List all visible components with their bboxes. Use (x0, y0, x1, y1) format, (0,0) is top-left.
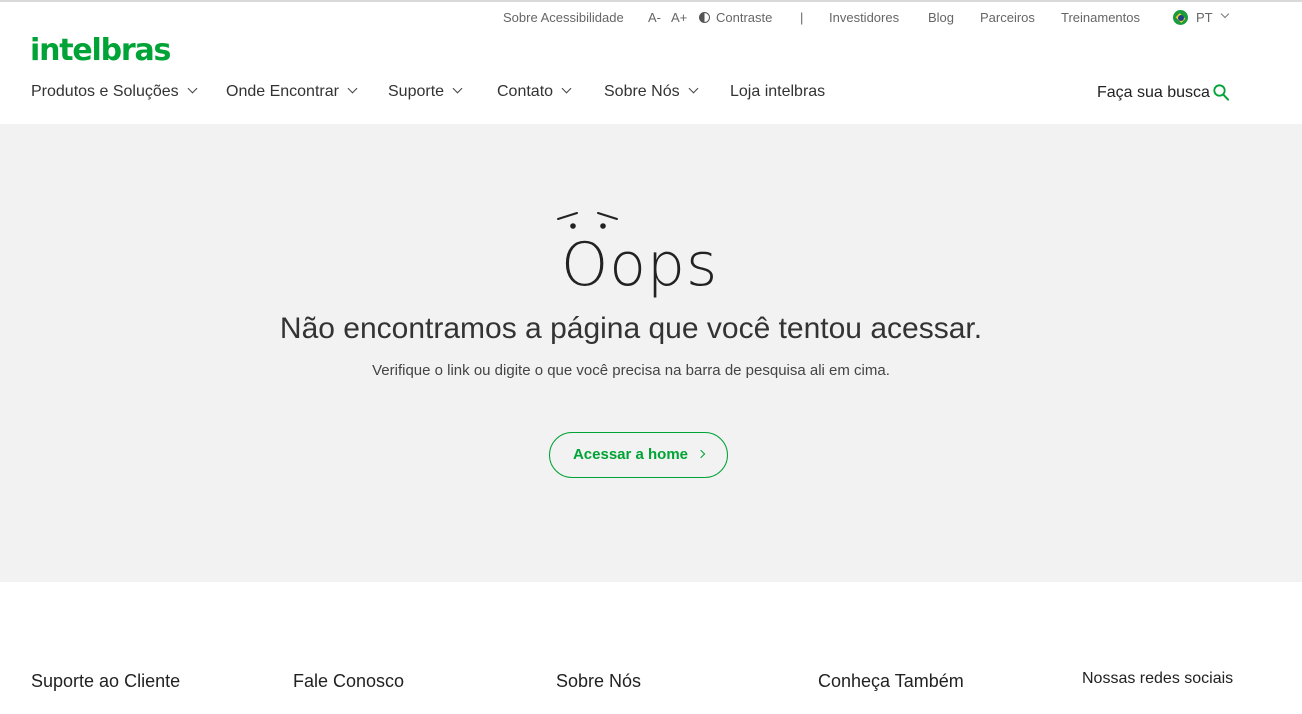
utility-separator: | (800, 10, 804, 25)
nav-item-sobre-nos[interactable]: Sobre Nós (604, 83, 699, 101)
nav-item-suporte[interactable]: Suporte (388, 83, 463, 101)
brazil-flag-icon[interactable] (1173, 10, 1188, 25)
investors-link[interactable]: Investidores (829, 10, 899, 25)
chevron-down-icon (452, 83, 463, 94)
footer-social-heading: Nossas redes sociais (1082, 670, 1234, 687)
nav-item-label: Suporte (388, 83, 445, 100)
footer-heading-suporte[interactable]: Suporte ao Cliente (31, 671, 180, 692)
home-button-label: Acessar a home (572, 446, 689, 463)
error-section (0, 124, 1302, 582)
utility-bar: Sobre Acessibilidade A- A+ Contraste | I… (0, 9, 1302, 28)
chevron-down-icon (187, 83, 198, 94)
oops-heading: Oops (561, 230, 719, 300)
chevron-down-icon (561, 83, 572, 94)
nav-item-label: Sobre Nós (604, 83, 680, 100)
footer-heading-conheca[interactable]: Conheça Também (818, 671, 964, 692)
nav-item-onde-encontrar[interactable]: Onde Encontrar (226, 83, 358, 101)
font-increase-button[interactable]: A+ (671, 10, 687, 25)
top-border (0, 0, 1302, 2)
contrast-label: Contraste (716, 10, 773, 25)
partners-link[interactable]: Parceiros (980, 10, 1035, 25)
nav-item-contato[interactable]: Contato (497, 83, 572, 101)
logo[interactable]: intelbras (30, 32, 171, 70)
nav-item-label: Produtos e Soluções (31, 83, 179, 100)
contrast-icon (699, 12, 710, 23)
footer-heading-sobre-nos[interactable]: Sobre Nós (556, 671, 641, 692)
search-icon[interactable] (1213, 84, 1229, 102)
nav-item-label: Contato (497, 83, 554, 100)
chevron-down-icon (688, 83, 699, 94)
chevron-down-icon[interactable] (1220, 9, 1230, 19)
language-selector[interactable]: PT (1196, 10, 1213, 25)
error-title: Não encontramos a página que você tentou… (279, 312, 983, 345)
nav-item-loja[interactable]: Loja intelbras (730, 83, 825, 101)
accessibility-link[interactable]: Sobre Acessibilidade (503, 10, 624, 25)
chevron-right-icon (696, 449, 706, 459)
font-decrease-button[interactable]: A- (648, 10, 661, 25)
home-button[interactable]: Acessar a home (549, 432, 728, 478)
footer-heading-fale-conosco[interactable]: Fale Conosco (293, 671, 404, 692)
search-label[interactable]: Faça sua busca (1097, 84, 1210, 102)
trainings-link[interactable]: Treinamentos (1061, 10, 1140, 25)
nav-item-label: Onde Encontrar (226, 83, 339, 100)
chevron-down-icon (347, 83, 358, 94)
contrast-button[interactable]: Contraste (699, 10, 772, 25)
error-subtitle: Verifique o link ou digite o que você pr… (372, 362, 890, 379)
blog-link[interactable]: Blog (928, 10, 954, 25)
nav-item-produtos[interactable]: Produtos e Soluções (31, 83, 198, 101)
